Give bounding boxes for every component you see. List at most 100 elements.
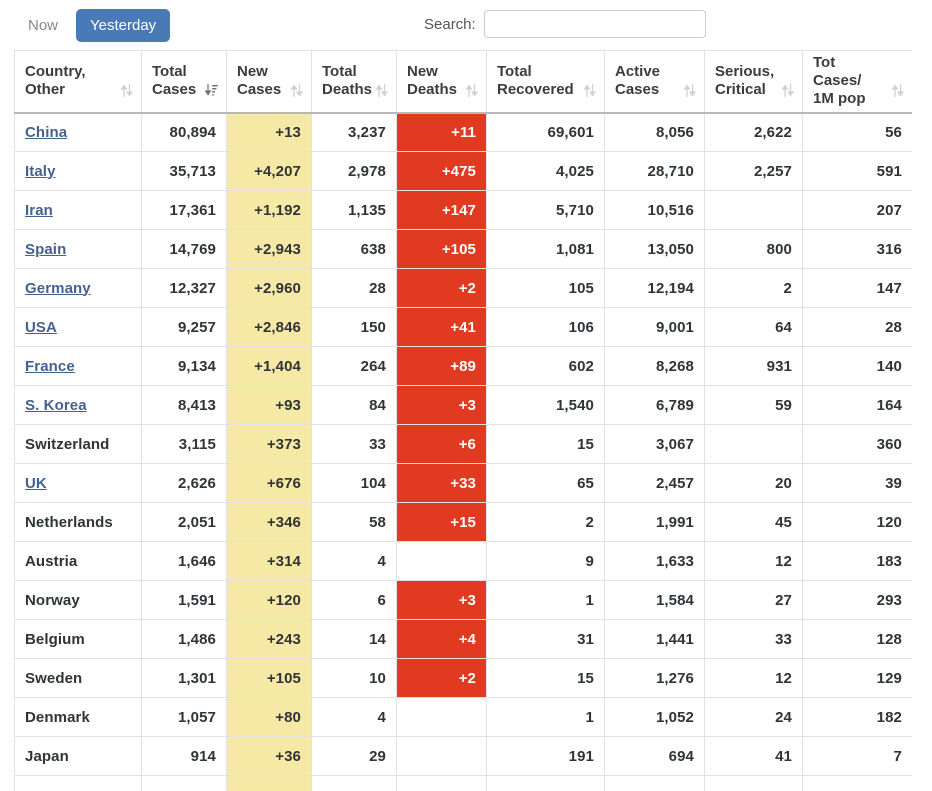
cell-total-deaths: 58 — [312, 503, 397, 542]
cell-cases-per-1m: 164 — [803, 386, 913, 425]
cell-new-deaths: +475 — [397, 152, 487, 191]
cell-active-cases: 8,056 — [605, 113, 705, 152]
cell-new-cases: +373 — [227, 425, 312, 464]
country-name: Austria — [25, 553, 77, 570]
column-header-active-cases[interactable]: ActiveCases — [605, 51, 705, 113]
cell-new-deaths: +33 — [397, 464, 487, 503]
cell-active-cases: 1,052 — [605, 698, 705, 737]
cell-total-cases: 2,626 — [142, 464, 227, 503]
column-header-tot-cases-1m-pop[interactable]: Tot Cases/1M pop — [803, 51, 913, 113]
cell-new-deaths: +4 — [397, 620, 487, 659]
cell-cases-per-1m: 316 — [803, 230, 913, 269]
cell-new-cases: +346 — [227, 503, 312, 542]
cell-serious-critical — [705, 425, 803, 464]
cell-total-cases: 1,486 — [142, 620, 227, 659]
cell-new-cases: +80 — [227, 698, 312, 737]
tab-yesterday[interactable]: Yesterday — [76, 9, 170, 42]
cell-serious-critical: 800 — [705, 230, 803, 269]
cell-total-cases: 3,115 — [142, 425, 227, 464]
column-header-new-cases[interactable]: NewCases — [227, 51, 312, 113]
cell-new-deaths: +2 — [397, 269, 487, 308]
cell-total-deaths: 3,237 — [312, 113, 397, 152]
cell-total-recovered — [487, 776, 605, 791]
column-header-country-other[interactable]: Country,Other — [15, 51, 142, 113]
cell-total-recovered: 2 — [487, 503, 605, 542]
cell-new-cases: +13 — [227, 113, 312, 152]
sort-descending-icon — [205, 83, 218, 98]
country-link[interactable]: France — [25, 358, 75, 375]
cell-total-recovered: 15 — [487, 425, 605, 464]
cell-new-deaths: +15 — [397, 503, 487, 542]
toolbar: Now Yesterday Search: — [0, 0, 932, 50]
cell-total-cases: 1,057 — [142, 698, 227, 737]
country-link[interactable]: UK — [25, 475, 47, 492]
table-row: China80,894+133,237+1169,6018,0562,62256 — [15, 113, 913, 152]
cell-country: UK — [15, 464, 142, 503]
cell-total-deaths: 28 — [312, 269, 397, 308]
cell-serious-critical: 931 — [705, 347, 803, 386]
column-header-total-recovered[interactable]: TotalRecovered — [487, 51, 605, 113]
country-name: Denmark — [25, 709, 90, 726]
column-header-label: Tot Cases/1M pop — [813, 54, 866, 108]
country-link[interactable]: S. Korea — [25, 397, 87, 414]
cell-country — [15, 776, 142, 791]
search-input[interactable] — [484, 10, 706, 38]
cell-country: Germany — [15, 269, 142, 308]
country-name: Netherlands — [25, 514, 113, 531]
cell-total-recovered: 5,710 — [487, 191, 605, 230]
country-link[interactable]: Spain — [25, 241, 66, 258]
cell-total-deaths: 150 — [312, 308, 397, 347]
cell-new-cases: +314 — [227, 542, 312, 581]
cell-serious-critical: 2 — [705, 269, 803, 308]
cell-cases-per-1m: 207 — [803, 191, 913, 230]
column-header-new-deaths[interactable]: NewDeaths — [397, 51, 487, 113]
sort-both-icon — [375, 83, 388, 98]
cell-total-cases: 1,301 — [142, 659, 227, 698]
column-header-total-deaths[interactable]: TotalDeaths — [312, 51, 397, 113]
table-row: Italy35,713+4,2072,978+4754,02528,7102,2… — [15, 152, 913, 191]
cell-serious-critical: 33 — [705, 620, 803, 659]
cell-total-deaths: 33 — [312, 425, 397, 464]
cell-total-cases: 17,361 — [142, 191, 227, 230]
cell-country: Belgium — [15, 620, 142, 659]
table-row: Norway1,591+1206+311,58427293 — [15, 581, 913, 620]
cell-serious-critical: 59 — [705, 386, 803, 425]
cell-active-cases: 1,441 — [605, 620, 705, 659]
cell-country: China — [15, 113, 142, 152]
country-link[interactable]: Germany — [25, 280, 91, 297]
cell-new-cases: +243 — [227, 620, 312, 659]
cell-country: Sweden — [15, 659, 142, 698]
covid-statistics-table: Country,Other TotalCasesNewCases TotalDeat… — [14, 50, 912, 791]
cell-total-cases: 1,646 — [142, 542, 227, 581]
cell-cases-per-1m: 120 — [803, 503, 913, 542]
cell-new-deaths: +11 — [397, 113, 487, 152]
cell-active-cases: 1,991 — [605, 503, 705, 542]
cell-country: Netherlands — [15, 503, 142, 542]
cell-active-cases: 1,584 — [605, 581, 705, 620]
cell-total-recovered: 4,025 — [487, 152, 605, 191]
cell-new-deaths: +6 — [397, 425, 487, 464]
country-link[interactable]: China — [25, 124, 67, 141]
cell-total-deaths: 14 — [312, 620, 397, 659]
cell-serious-critical: 24 — [705, 698, 803, 737]
table-scroll-container[interactable]: Country,Other TotalCasesNewCases TotalDeat… — [14, 50, 912, 791]
cell-total-recovered: 69,601 — [487, 113, 605, 152]
cell-country: Norway — [15, 581, 142, 620]
column-header-total-cases[interactable]: TotalCases — [142, 51, 227, 113]
cell-total-cases: 12,327 — [142, 269, 227, 308]
cell-active-cases: 10,516 — [605, 191, 705, 230]
tab-now[interactable]: Now — [14, 9, 72, 42]
covid-stats-page: Now Yesterday Search: Country,Other Total… — [0, 0, 932, 791]
cell-serious-critical: 64 — [705, 308, 803, 347]
column-header-label: Country,Other — [25, 63, 86, 98]
cell-active-cases: 13,050 — [605, 230, 705, 269]
cell-country: USA — [15, 308, 142, 347]
column-header-serious-critical[interactable]: Serious,Critical — [705, 51, 803, 113]
country-link[interactable]: Iran — [25, 202, 53, 219]
column-header-label: TotalDeaths — [322, 63, 372, 98]
cell-new-deaths — [397, 698, 487, 737]
country-link[interactable]: USA — [25, 319, 57, 336]
cell-new-deaths: +3 — [397, 581, 487, 620]
country-link[interactable]: Italy — [25, 163, 56, 180]
cell-cases-per-1m: 28 — [803, 308, 913, 347]
